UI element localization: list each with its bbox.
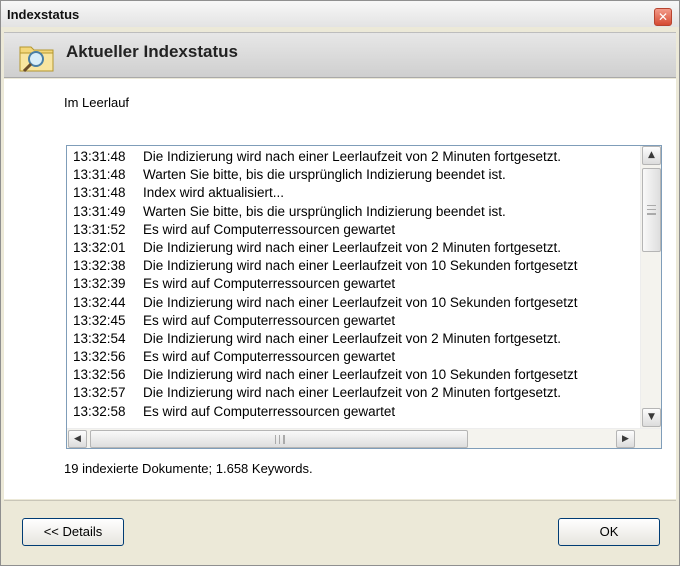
ok-button[interactable]: OK — [558, 518, 660, 546]
log-time: 13:32:56 — [73, 367, 126, 383]
log-time: 13:32:39 — [73, 276, 126, 292]
log-message: Es wird auf Computerressourcen gewartet — [143, 403, 396, 419]
log-lines: 13:31:48 Die Indizierung wird nach einer … — [67, 148, 635, 428]
log-message: Die Indizierung wird nach einer Leerlauf… — [143, 258, 578, 274]
log-entry: 13:32:45 Es wird auf Computerressourcen g… — [67, 312, 635, 330]
log-message: Es wird auf Computerressourcen gewartet — [143, 221, 396, 237]
button-bar: << Details OK — [4, 500, 676, 564]
log-message: Die Indizierung wird nach einer Leerlauf… — [143, 149, 561, 164]
header-title: Aktueller Indexstatus — [66, 42, 238, 61]
log-entry: 13:32:01 Die Indizierung wird nach einer … — [67, 239, 635, 257]
log-time: 13:31:48 — [73, 149, 126, 164]
folder-search-icon — [19, 46, 54, 73]
scroll-left-button[interactable]: ◀ — [68, 430, 87, 448]
content-area: Im Leerlauf 13:31:48 Die Indizierung wird… — [4, 79, 676, 499]
log-entry: 13:31:52 Es wird auf Computerressourcen g… — [67, 221, 635, 239]
grip-icon — [275, 435, 285, 444]
log-message: Die Indizierung wird nach einer Leerlauf… — [143, 367, 578, 383]
log-message: Die Indizierung wird nach einer Leerlauf… — [143, 330, 561, 346]
log-time: 13:32:38 — [73, 258, 126, 274]
scroll-up-button[interactable]: ▲ — [642, 146, 661, 165]
close-button[interactable]: ✕ — [654, 8, 672, 26]
log-time: 13:32:01 — [73, 239, 126, 255]
log-time: 13:32:56 — [73, 349, 126, 365]
horizontal-scrollbar[interactable]: ◀ ▶ — [67, 428, 661, 448]
log-message: Es wird auf Computerressourcen gewartet — [143, 312, 396, 328]
log-time: 13:31:49 — [73, 203, 126, 219]
log-time: 13:32:44 — [73, 294, 126, 310]
log-time: 13:32:57 — [73, 385, 126, 401]
header-band: Aktueller Indexstatus — [4, 32, 676, 78]
log-entry: 13:31:49 Warten Sie bitte, bis die ursprü… — [67, 203, 635, 221]
log-message: Warten Sie bitte, bis die ursprünglich I… — [143, 203, 506, 219]
title-bar: Indexstatus ✕ — [1, 1, 679, 27]
vertical-scroll-thumb[interactable] — [642, 168, 661, 252]
log-message: Es wird auf Computerressourcen gewartet — [143, 276, 396, 292]
log-message: Die Indizierung wird nach einer Leerlauf… — [143, 385, 561, 401]
log-entry: 13:32:58 Es wird auf Computerressourcen g… — [67, 403, 635, 421]
log-time: 13:31:48 — [73, 167, 126, 183]
log-time: 13:31:52 — [73, 221, 126, 237]
scroll-right-button[interactable]: ▶ — [616, 430, 635, 448]
log-entry: 13:32:44 Die Indizierung wird nach einer … — [67, 294, 635, 312]
horizontal-scroll-thumb[interactable] — [90, 430, 468, 448]
window-title: Indexstatus — [7, 7, 80, 22]
log-time: 13:32:58 — [73, 403, 126, 419]
log-entry: 13:32:56 Es wird auf Computerressourcen g… — [67, 348, 635, 366]
vertical-scrollbar[interactable]: ▲ ▼ — [640, 146, 661, 428]
log-message: Index wird aktualisiert... — [143, 185, 285, 201]
log-message: Warten Sie bitte, bis die ursprünglich I… — [143, 167, 506, 183]
log-entry: 13:31:48 Warten Sie bitte, bis die ursprü… — [67, 166, 635, 184]
log-message: Die Indizierung wird nach einer Leerlauf… — [143, 239, 561, 255]
log-message: Es wird auf Computerressourcen gewartet — [143, 349, 396, 365]
log-entry: 13:32:54 Die Indizierung wird nach einer … — [67, 330, 635, 348]
scroll-down-button[interactable]: ▼ — [642, 408, 661, 427]
log-entry: 13:32:57 Die Indizierung wird nach einer … — [67, 384, 635, 402]
details-button[interactable]: << Details — [22, 518, 124, 546]
log-listbox[interactable]: 13:31:48 Die Indizierung wird nach einer … — [66, 145, 662, 449]
log-entry: 13:32:56 Die Indizierung wird nach einer … — [67, 366, 635, 384]
log-time: 13:32:54 — [73, 330, 126, 346]
log-message: Die Indizierung wird nach einer Leerlauf… — [143, 294, 578, 310]
grip-icon — [647, 205, 656, 215]
log-entry: 13:31:48 Die Indizierung wird nach einer … — [67, 148, 635, 166]
log-entry: 13:32:38 Die Indizierung wird nach einer … — [67, 257, 635, 275]
log-time: 13:31:48 — [73, 185, 126, 201]
log-entry: 13:31:48 Index wird aktualisiert... — [67, 184, 635, 202]
log-time: 13:32:45 — [73, 312, 126, 328]
status-text: Im Leerlauf — [64, 95, 130, 110]
log-entry: 13:32:39 Es wird auf Computerressourcen g… — [67, 275, 635, 293]
summary-text: 19 indexierte Dokumente; 1.658 Keywords. — [64, 461, 313, 476]
indexstatus-dialog: Indexstatus ✕ Aktueller Indexstatus Im L… — [0, 0, 680, 566]
